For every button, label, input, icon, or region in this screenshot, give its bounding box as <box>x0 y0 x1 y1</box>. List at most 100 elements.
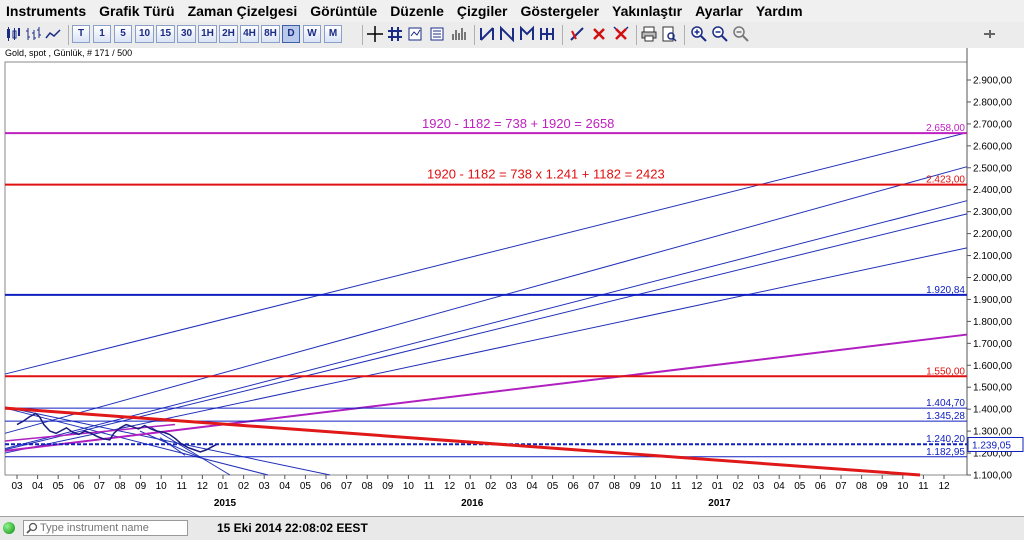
y-tick-label: 1.400,00 <box>973 405 1012 416</box>
menu-item-9[interactable]: Yardım <box>750 0 810 20</box>
x-tick-label: 06 <box>568 481 580 492</box>
timeframe-button-1[interactable]: 1 <box>93 25 111 43</box>
channel-tool-icon[interactable] <box>498 25 516 43</box>
x-tick-label: 08 <box>609 481 621 492</box>
delete-all-drawings-icon[interactable] <box>612 25 630 43</box>
zoom-reset-icon[interactable] <box>732 25 750 43</box>
zoom-out-icon[interactable] <box>711 25 729 43</box>
x-tick-label: 06 <box>73 481 85 492</box>
timeframe-button-w[interactable]: W <box>303 25 321 43</box>
timeframe-button-5[interactable]: 5 <box>114 25 132 43</box>
y-tick-label: 2.600,00 <box>973 141 1012 152</box>
price-chart[interactable]: 2.900,00 2.800,00 2.700,00 2.600,00 2.500,00… <box>0 48 1024 516</box>
horizontal-level-label: 1.550,00 <box>926 366 965 377</box>
x-tick-label: 09 <box>629 481 641 492</box>
instrument-search-box[interactable] <box>23 520 188 536</box>
x-tick-label: 07 <box>94 481 106 492</box>
fibonacci-tool-icon[interactable] <box>518 25 536 43</box>
menu-item-5[interactable]: Çizgiler <box>451 0 515 20</box>
line-chart-icon[interactable] <box>44 25 62 43</box>
chart-settings-icon[interactable] <box>428 25 446 43</box>
menu-item-7[interactable]: Yakınlaştır <box>606 0 689 20</box>
crosshair-icon[interactable] <box>366 25 384 43</box>
x-tick-label: 12 <box>938 481 950 492</box>
horizontal-level-label: 2.423,00 <box>926 175 965 186</box>
print-icon[interactable] <box>640 25 658 43</box>
x-tick-label: 07 <box>835 481 847 492</box>
instrument-search-input[interactable] <box>40 522 180 534</box>
y-tick-label: 1.700,00 <box>973 339 1012 350</box>
timeframe-button-15[interactable]: 15 <box>156 25 175 43</box>
horizontal-level-label: 1.404,70 <box>926 398 965 409</box>
x-tick-label: 01 <box>712 481 724 492</box>
menu-item-6[interactable]: Göstergeler <box>514 0 606 20</box>
x-tick-label: 10 <box>650 481 662 492</box>
connection-status-icon <box>3 522 15 534</box>
x-tick-label: 09 <box>135 481 147 492</box>
timeframe-button-30[interactable]: 30 <box>177 25 196 43</box>
horizontal-level-label: 1.240,20 <box>926 434 965 445</box>
volume-icon[interactable] <box>450 25 468 43</box>
annotation-2423: 1920 - 1182 = 738 x 1.241 + 1182 = 2423 <box>427 167 665 182</box>
x-tick-label: 02 <box>732 481 744 492</box>
y-tick-label: 2.400,00 <box>973 185 1012 196</box>
x-tick-label: 01 <box>217 481 229 492</box>
x-tick-label: 09 <box>877 481 889 492</box>
timeframe-button-2h[interactable]: 2H <box>219 25 238 43</box>
zoom-in-icon[interactable] <box>690 25 708 43</box>
x-tick-label: 07 <box>588 481 600 492</box>
candlestick-chart-icon[interactable] <box>4 25 22 43</box>
chart-info: Gold, spot , Günlük, # 171 / 500 <box>5 48 133 58</box>
line-tool-icon[interactable] <box>478 25 496 43</box>
x-tick-label: 12 <box>444 481 456 492</box>
menu-bar: Instruments Grafik Türü Zaman Çizelgesi Gör… <box>0 0 1024 22</box>
timeframe-button-1h[interactable]: 1H <box>198 25 217 43</box>
x-tick-label: 03 <box>11 481 23 492</box>
y-tick-label: 2.300,00 <box>973 207 1012 218</box>
x-tick-label: 08 <box>856 481 868 492</box>
timeframe-button-t[interactable]: T <box>72 25 90 43</box>
menu-item-3[interactable]: Görüntüle <box>304 0 384 20</box>
x-tick-label: 04 <box>279 481 291 492</box>
chart-area[interactable]: Gold, spot , Günlük, # 171 / 500 2.900,0… <box>0 48 1024 516</box>
x-tick-label: 05 <box>794 481 806 492</box>
grid-icon[interactable] <box>386 25 404 43</box>
x-tick-label: 09 <box>382 481 394 492</box>
menu-item-4[interactable]: Düzenle <box>384 0 451 20</box>
horizontal-level-label: 2.658,00 <box>926 123 965 134</box>
edit-drawing-icon[interactable] <box>568 25 586 43</box>
pin-icon[interactable] <box>980 25 998 43</box>
menu-item-8[interactable]: Ayarlar <box>689 0 750 20</box>
timeframe-button-m[interactable]: M <box>324 25 342 43</box>
timeframe-button-4h[interactable]: 4H <box>240 25 259 43</box>
toolbar: T 1 5 10 15 30 1H 2H 4H 8H D W M <box>0 22 1024 49</box>
x-tick-label: 08 <box>114 481 126 492</box>
x-tick-label: 02 <box>238 481 250 492</box>
x-year-label: 2016 <box>461 498 484 509</box>
gann-tool-icon[interactable] <box>538 25 556 43</box>
x-tick-label: 11 <box>424 481 435 492</box>
y-tick-label: 2.200,00 <box>973 229 1012 240</box>
menu-item-0[interactable]: Instruments <box>0 0 93 20</box>
x-year-label: 2015 <box>214 498 237 509</box>
y-tick-label: 1.800,00 <box>973 317 1012 328</box>
delete-drawing-icon[interactable] <box>590 25 608 43</box>
x-tick-label: 11 <box>177 481 188 492</box>
x-tick-label: 10 <box>156 481 168 492</box>
timeframe-button-10[interactable]: 10 <box>135 25 154 43</box>
x-tick-label: 03 <box>259 481 271 492</box>
chart-style-icon[interactable] <box>406 25 424 43</box>
x-tick-label: 05 <box>53 481 65 492</box>
menu-item-2[interactable]: Zaman Çizelgesi <box>182 0 305 20</box>
x-tick-label: 08 <box>362 481 374 492</box>
menu-item-1[interactable]: Grafik Türü <box>93 0 181 20</box>
current-price-label: 1.239,05 <box>972 440 1011 451</box>
timeframe-button-d[interactable]: D <box>282 25 300 43</box>
timeframe-button-8h[interactable]: 8H <box>261 25 280 43</box>
x-tick-label: 04 <box>526 481 538 492</box>
y-tick-label: 1.900,00 <box>973 295 1012 306</box>
annotation-2658: 1920 - 1182 = 738 + 1920 = 2658 <box>422 116 614 131</box>
x-tick-label: 04 <box>774 481 786 492</box>
bar-chart-icon[interactable] <box>24 25 42 43</box>
print-preview-icon[interactable] <box>660 25 678 43</box>
